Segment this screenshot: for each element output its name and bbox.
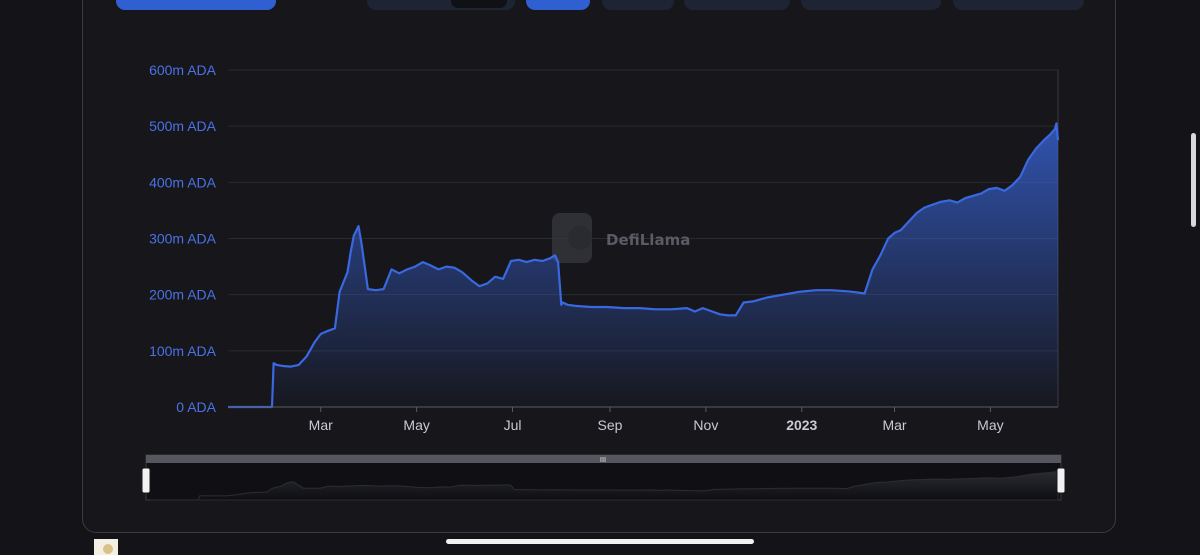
y-tick-label: 200m ADA bbox=[149, 287, 217, 303]
y-tick-label: 600m ADA bbox=[149, 62, 217, 78]
x-tick-label: Sep bbox=[598, 417, 623, 433]
x-tick-label: Mar bbox=[882, 417, 906, 433]
range-navigator[interactable]: III bbox=[141, 454, 1066, 501]
x-tick-label: Jul bbox=[504, 417, 522, 433]
x-tick-label: Mar bbox=[309, 417, 333, 433]
watermark-text: DefiLlama bbox=[606, 231, 690, 249]
navigator-left-handle[interactable] bbox=[141, 467, 151, 494]
thumbnail-icon bbox=[94, 539, 118, 555]
page-scrollbar[interactable] bbox=[1191, 133, 1196, 227]
y-tick-label: 300m ADA bbox=[149, 231, 217, 247]
x-tick-label: 2023 bbox=[786, 417, 817, 433]
navigator-right-handle[interactable] bbox=[1056, 467, 1066, 494]
watermark: DefiLlama bbox=[552, 213, 690, 263]
y-tick-label: 400m ADA bbox=[149, 174, 217, 190]
home-indicator bbox=[446, 539, 754, 544]
x-tick-label: Nov bbox=[693, 417, 718, 433]
x-tick-label: May bbox=[977, 417, 1003, 433]
y-tick-label: 0 ADA bbox=[176, 399, 216, 415]
y-tick-label: 500m ADA bbox=[149, 118, 217, 134]
grip-icon: III bbox=[600, 456, 606, 464]
series-area-fill bbox=[228, 123, 1058, 408]
tvl-area-chart: DefiLlama 0 ADA 100m ADA 200m ADA 300m ADA 4… bbox=[141, 62, 1066, 501]
y-tick-label: 100m ADA bbox=[149, 343, 217, 359]
x-tick-label: May bbox=[403, 417, 429, 433]
